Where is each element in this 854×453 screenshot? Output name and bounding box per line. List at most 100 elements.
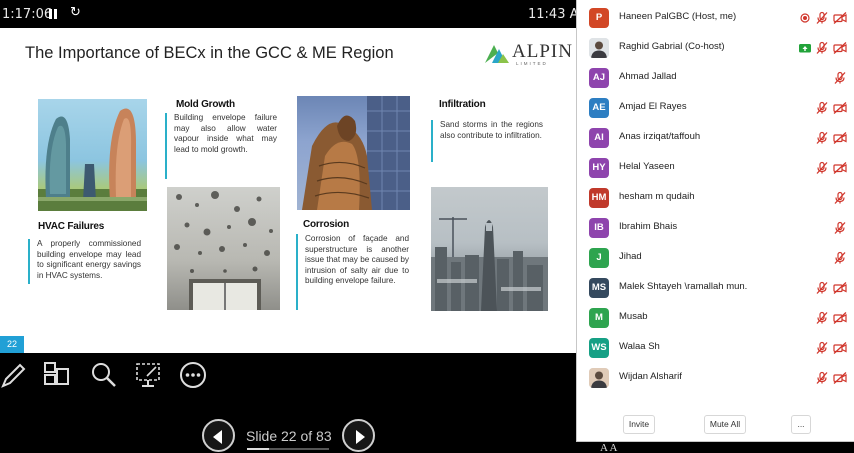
background-text: A A: [600, 442, 618, 453]
slides-grid-icon[interactable]: [43, 361, 71, 389]
mic-muted-icon[interactable]: [815, 11, 829, 25]
elapsed-timer: 1:17:06: [2, 7, 53, 22]
camera-off-icon[interactable]: [833, 101, 847, 115]
participants-footer: Invite Mute All ...: [577, 412, 854, 438]
pause-timer-icon[interactable]: [49, 9, 57, 19]
camera-off-icon[interactable]: [833, 161, 847, 175]
laser-pointer-icon[interactable]: [134, 361, 162, 389]
participant-name: Malek Shtayeh \ramallah mun.: [619, 281, 748, 292]
avatar: AE: [589, 98, 609, 118]
participant-row[interactable]: P Haneen PalGBC (Host, me): [577, 3, 854, 33]
chevron-right-icon: [356, 430, 365, 444]
avatar: AJ: [589, 68, 609, 88]
participant-row[interactable]: WS Walaa Sh: [577, 333, 854, 363]
recording-icon: [798, 11, 812, 25]
mold-wall-photo: [167, 187, 280, 310]
avatar: M: [589, 308, 609, 328]
participant-row[interactable]: Wijdan Alsharif: [577, 363, 854, 393]
alpin-logo: ALPIN LIMITED: [482, 39, 572, 69]
avatar: AI: [589, 128, 609, 148]
participant-row[interactable]: MS Malek Shtayeh \ramallah mun.: [577, 273, 854, 303]
participant-row[interactable]: Raghid Gabrial (Co-host): [577, 33, 854, 63]
participant-name: Helal Yaseen: [619, 161, 675, 172]
hvac-failures-text: A properly commissioned building envelop…: [28, 239, 141, 284]
participant-row[interactable]: M Musab: [577, 303, 854, 333]
avatar: P: [589, 8, 609, 28]
mic-muted-icon[interactable]: [815, 311, 829, 325]
mic-muted-icon[interactable]: [815, 101, 829, 115]
next-slide-button[interactable]: [342, 419, 375, 452]
previous-slide-button[interactable]: [202, 419, 235, 452]
slide-number-badge: 22: [0, 336, 24, 353]
participant-row[interactable]: AI Anas irziqat/taffouh: [577, 123, 854, 153]
pen-icon[interactable]: [0, 361, 28, 389]
participant-row[interactable]: AE Amjad El Rayes: [577, 93, 854, 123]
background-strip: [576, 442, 854, 453]
participant-row[interactable]: HM hesham m qudaih: [577, 183, 854, 213]
participant-name: Raghid Gabrial (Co-host): [619, 41, 725, 52]
camera-off-icon[interactable]: [833, 341, 847, 355]
avatar: HM: [589, 188, 609, 208]
participant-name: Amjad El Rayes: [619, 101, 687, 112]
camera-off-icon[interactable]: [833, 371, 847, 385]
infiltration-heading: Infiltration: [439, 99, 486, 110]
mic-muted-icon[interactable]: [833, 71, 847, 85]
invite-button[interactable]: Invite: [623, 415, 655, 434]
mute-all-button[interactable]: Mute All: [704, 415, 746, 434]
presentation-window: 1:17:06 ↻ 11:43 AM The Importance of BEC…: [0, 0, 854, 453]
avatar: [589, 368, 609, 388]
logo-text: ALPIN: [512, 41, 573, 62]
participant-name: Wijdan Alsharif: [619, 371, 682, 382]
corrosion-heading: Corrosion: [303, 219, 349, 230]
hvac-failures-heading: HVAC Failures: [38, 221, 105, 232]
magnifier-icon[interactable]: [90, 361, 118, 389]
mold-growth-text: Building envelope failure may also allow…: [165, 113, 277, 179]
slide-counter: Slide 22 of 83: [246, 428, 332, 444]
mold-growth-heading: Mold Growth: [176, 99, 235, 110]
participant-name: Musab: [619, 311, 648, 322]
camera-off-icon[interactable]: [833, 11, 847, 25]
participant-name: Haneen PalGBC (Host, me): [619, 11, 737, 22]
current-slide: The Importance of BECx in the GCC & ME R…: [0, 28, 578, 353]
participant-name: Jihad: [619, 251, 642, 262]
avatar: IB: [589, 218, 609, 238]
participant-row[interactable]: J Jihad: [577, 243, 854, 273]
mic-muted-icon[interactable]: [815, 41, 829, 55]
mic-muted-icon[interactable]: [815, 161, 829, 175]
chevron-left-icon: [213, 430, 222, 444]
participant-name: Ahmad Jallad: [619, 71, 677, 82]
mic-muted-icon[interactable]: [815, 281, 829, 295]
avatar: MS: [589, 278, 609, 298]
reset-timer-icon[interactable]: ↻: [70, 5, 81, 20]
slide-progress-fill: [247, 448, 269, 450]
corroded-building-photo: [297, 96, 410, 210]
participant-row[interactable]: AJ Ahmad Jallad: [577, 63, 854, 93]
mic-muted-icon[interactable]: [833, 191, 847, 205]
corrosion-text: Corrosion of façade and superstructure i…: [296, 234, 409, 310]
camera-off-icon[interactable]: [833, 311, 847, 325]
participants-panel: P Haneen PalGBC (Host, me) Raghid Gabrial …: [576, 0, 854, 442]
mic-muted-icon[interactable]: [815, 371, 829, 385]
infiltration-text: Sand storms in the regions also contribu…: [431, 120, 543, 162]
presenter-toolbar: Slide 22 of 83: [0, 353, 578, 453]
mic-muted-icon[interactable]: [833, 221, 847, 235]
mic-muted-icon[interactable]: [833, 251, 847, 265]
participant-name: hesham m qudaih: [619, 191, 695, 202]
more-options-icon[interactable]: [179, 361, 207, 389]
participant-row[interactable]: IB Ibrahim Bhais: [577, 213, 854, 243]
camera-off-icon[interactable]: [833, 41, 847, 55]
avatar: [589, 38, 609, 58]
avatar: WS: [589, 338, 609, 358]
slide-title: The Importance of BECx in the GCC & ME R…: [25, 44, 394, 62]
towers-photo: [38, 99, 147, 211]
participant-row[interactable]: HY Helal Yaseen: [577, 153, 854, 183]
camera-off-icon[interactable]: [833, 281, 847, 295]
slide-progress-track: [247, 448, 329, 450]
camera-off-icon[interactable]: [833, 131, 847, 145]
logo-subtext: LIMITED: [516, 61, 548, 66]
participant-name: Walaa Sh: [619, 341, 660, 352]
more-button[interactable]: ...: [791, 415, 811, 434]
mic-muted-icon[interactable]: [815, 341, 829, 355]
mic-muted-icon[interactable]: [815, 131, 829, 145]
participant-name: Anas irziqat/taffouh: [619, 131, 701, 142]
